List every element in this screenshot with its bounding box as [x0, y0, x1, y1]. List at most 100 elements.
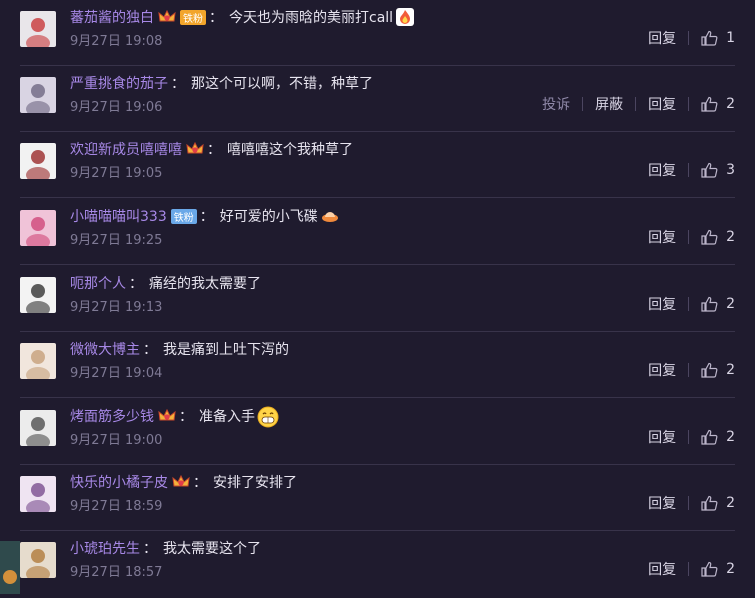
fire-emoji: [395, 7, 415, 27]
colon-separator: ：: [143, 342, 157, 358]
comment-header: 快乐的小橘子皮 ： 安排了安排了: [70, 471, 297, 493]
reply-button[interactable]: 回复: [648, 227, 676, 247]
like-button[interactable]: 2: [701, 296, 735, 312]
comment-username[interactable]: 烤面筋多少钱: [70, 406, 154, 426]
user-avatar[interactable]: [20, 476, 56, 512]
divider: [688, 363, 690, 377]
like-count: 2: [726, 362, 735, 378]
like-button[interactable]: 3: [701, 162, 735, 178]
comment-item: 严重挑食的茄子： 那这个可以啊，不错，种草了 9月27日 19:06 投诉 屏蔽 回复…: [20, 66, 735, 132]
divider: [635, 97, 637, 111]
thumbs-up-icon: [701, 96, 726, 112]
comment-username[interactable]: 快乐的小橘子皮: [70, 472, 168, 492]
comment-time: 9月27日 19:25: [70, 233, 163, 248]
comment-text: 准备入手: [199, 409, 255, 425]
comment-username[interactable]: 小琥珀先生: [70, 538, 140, 558]
report-button[interactable]: 投诉: [542, 94, 570, 114]
comment-header: 小喵喵喵叫333 铁粉： 好可爱的小飞碟: [70, 205, 340, 227]
comment-time: 9月27日 19:13: [70, 300, 163, 315]
comment-username[interactable]: 严重挑食的茄子: [70, 73, 168, 93]
user-avatar[interactable]: [20, 343, 56, 379]
like-count: 2: [726, 296, 735, 312]
row-divider: [20, 397, 735, 398]
comment-actions: 投诉 屏蔽 回复 2: [542, 95, 735, 113]
like-button[interactable]: 2: [701, 561, 735, 577]
comment-actions: 回复 2: [648, 295, 735, 313]
comment-time: 9月27日 19:08: [70, 34, 163, 49]
comment-text: 嘻嘻嘻这个我种草了: [227, 142, 353, 158]
user-avatar[interactable]: [20, 410, 56, 446]
reply-button[interactable]: 回复: [648, 493, 676, 513]
grin-emoji: [257, 406, 279, 428]
thumbs-up-icon: [701, 30, 726, 46]
reply-button[interactable]: 回复: [648, 160, 676, 180]
crown-badge-icon: [186, 141, 204, 157]
comment-username[interactable]: 小喵喵喵叫333: [70, 206, 167, 226]
colon-separator: ：: [171, 76, 185, 92]
reply-button[interactable]: 回复: [648, 559, 676, 579]
user-avatar[interactable]: [20, 210, 56, 246]
colon-separator: ：: [193, 475, 207, 491]
comment-username[interactable]: 欢迎新成员嘻嘻嘻: [70, 139, 182, 159]
user-avatar[interactable]: [20, 542, 56, 578]
reply-button[interactable]: 回复: [648, 427, 676, 447]
comment-username[interactable]: 蕃茄酱的独白: [70, 7, 154, 27]
user-avatar[interactable]: [20, 77, 56, 113]
comment-header: 微微大博主： 我是痛到上吐下泻的: [70, 338, 289, 360]
thumbs-up-icon: [701, 429, 726, 445]
like-count: 1: [726, 30, 735, 46]
reply-button[interactable]: 回复: [648, 360, 676, 380]
comment-item: 快乐的小橘子皮 ： 安排了安排了 9月27日 18:59 回复 2: [20, 465, 735, 531]
divider: [688, 31, 690, 45]
thumbs-up-icon: [701, 229, 726, 245]
comment-time: 9月27日 18:57: [70, 565, 163, 580]
user-avatar[interactable]: [20, 143, 56, 179]
like-button[interactable]: 1: [701, 30, 735, 46]
divider: [688, 163, 690, 177]
comment-item: 呃那个人： 痛经的我太需要了 9月27日 19:13 回复 2: [20, 266, 735, 332]
comment-item: 欢迎新成员嘻嘻嘻 ： 嘻嘻嘻这个我种草了 9月27日 19:05 回复 3: [20, 132, 735, 198]
row-divider: [20, 197, 735, 198]
fan-badge: 铁粉: [170, 208, 197, 224]
like-count: 2: [726, 495, 735, 511]
comment-header: 小琥珀先生： 我太需要这个了: [70, 537, 261, 559]
comment-text: 我太需要这个了: [163, 541, 261, 557]
comment-time: 9月27日 19:04: [70, 366, 163, 381]
reply-button[interactable]: 回复: [648, 28, 676, 48]
like-count: 2: [726, 429, 735, 445]
user-avatar[interactable]: [20, 277, 56, 313]
comment-item: 蕃茄酱的独白 铁粉： 今天也为雨晗的美丽打call 9月27日 19:08 回复 1: [20, 0, 735, 66]
ufo-emoji: [320, 206, 340, 226]
fan-badge: 铁粉: [180, 9, 206, 25]
comment-username[interactable]: 呃那个人: [70, 273, 126, 293]
comment-text: 我是痛到上吐下泻的: [163, 342, 289, 358]
comment-actions: 回复 2: [648, 428, 735, 446]
divider: [688, 97, 690, 111]
user-avatar[interactable]: [20, 11, 56, 47]
comment-time: 9月27日 18:59: [70, 499, 163, 514]
thumbs-up-icon: [701, 561, 726, 577]
colon-separator: ：: [179, 409, 193, 425]
block-button[interactable]: 屏蔽: [595, 94, 623, 114]
colon-separator: ：: [199, 209, 214, 225]
comment-actions: 回复 2: [648, 361, 735, 379]
like-button[interactable]: 2: [701, 229, 735, 245]
comment-actions: 回复 2: [648, 560, 735, 578]
partial-avatar-edge: [0, 541, 20, 594]
divider: [688, 496, 690, 510]
comment-actions: 回复 2: [648, 228, 735, 246]
comment-text: 今天也为雨晗的美丽打call: [229, 10, 394, 26]
like-button[interactable]: 2: [701, 429, 735, 445]
like-button[interactable]: 2: [701, 495, 735, 511]
comment-text: 痛经的我太需要了: [149, 276, 261, 292]
like-count: 2: [726, 561, 735, 577]
reply-button[interactable]: 回复: [648, 94, 676, 114]
reply-button[interactable]: 回复: [648, 294, 676, 314]
divider: [688, 297, 690, 311]
like-button[interactable]: 2: [701, 362, 735, 378]
crown-badge-icon: [172, 474, 190, 490]
comment-time: 9月27日 19:06: [70, 100, 163, 115]
comment-username[interactable]: 微微大博主: [70, 339, 140, 359]
colon-separator: ：: [209, 10, 223, 26]
like-button[interactable]: 2: [701, 96, 735, 112]
